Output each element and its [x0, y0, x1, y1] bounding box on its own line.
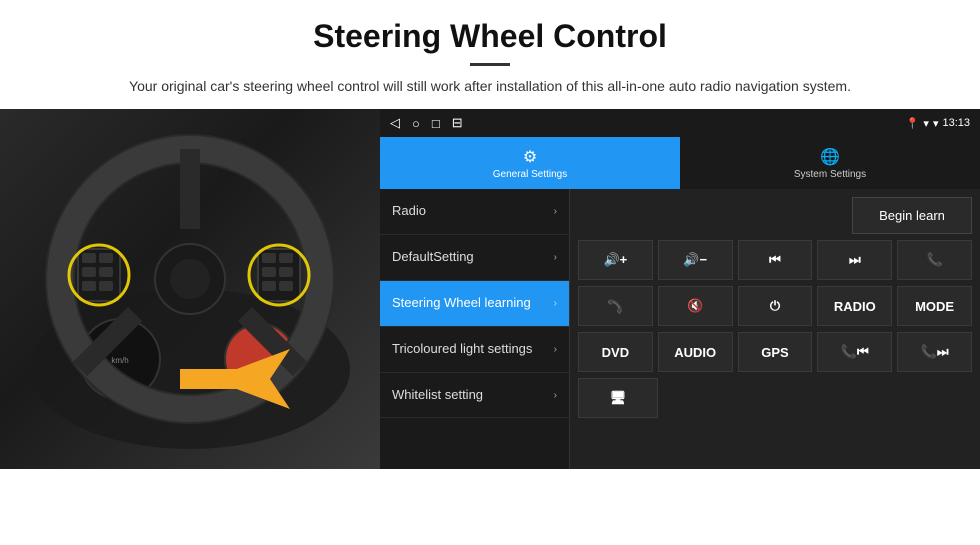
screen-button[interactable]: 🖥: [578, 378, 658, 418]
radio-label: RADIO: [834, 299, 876, 314]
prev-track-button[interactable]: ⏮: [738, 240, 813, 280]
gps-label: GPS: [761, 345, 788, 360]
tab-bar: ⚙ General Settings 🌐 System Settings: [380, 137, 980, 189]
gear-icon: ⚙: [523, 147, 537, 167]
subtitle: Your original car's steering wheel contr…: [60, 76, 920, 97]
recents-icon[interactable]: □: [432, 116, 440, 131]
tab-system[interactable]: 🌐 System Settings: [680, 137, 980, 189]
unit-content: Radio › DefaultSetting › Steering Wheel …: [380, 189, 980, 469]
steering-wheel-area: km/h: [0, 109, 380, 469]
wifi-icon: ▾: [923, 117, 929, 130]
chevron-steering: ›: [554, 298, 557, 309]
main-title: Steering Wheel Control: [60, 18, 920, 55]
nav-icons: ◁ ○ □ ⊟: [390, 115, 463, 131]
menu-item-radio[interactable]: Radio ›: [380, 189, 569, 235]
chevron-default: ›: [554, 252, 557, 263]
audio-button[interactable]: AUDIO: [658, 332, 733, 372]
menu-tricolour-label: Tricoloured light settings: [392, 341, 554, 358]
signal-icon: ▾: [933, 117, 939, 130]
tab-general-label: General Settings: [493, 169, 568, 180]
phone-icon: 📞: [926, 252, 942, 268]
dvd-label: DVD: [602, 345, 629, 360]
begin-learn-button[interactable]: Begin learn: [852, 197, 972, 234]
screen-icon: 🖥: [610, 390, 627, 406]
call-prev-icon: 📞⏮: [841, 344, 869, 360]
control-row-4: 🖥: [578, 378, 972, 418]
next-track-icon: ⏭: [849, 252, 861, 268]
steering-wheel-svg: km/h: [20, 119, 360, 459]
menu-whitelist-label: Whitelist setting: [392, 387, 554, 404]
gps-button[interactable]: GPS: [738, 332, 813, 372]
menu-icon[interactable]: ⊟: [452, 115, 463, 131]
mode-label: MODE: [915, 299, 954, 314]
prev-track-icon: ⏮: [769, 252, 781, 268]
menu-default-label: DefaultSetting: [392, 249, 554, 266]
power-button[interactable]: ⏻: [738, 286, 813, 326]
sw-visual: km/h: [0, 109, 380, 469]
mode-button[interactable]: MODE: [897, 286, 972, 326]
top-section: Steering Wheel Control Your original car…: [0, 0, 980, 109]
power-icon: ⏻: [770, 298, 780, 314]
location-icon: 📍: [906, 117, 920, 130]
back-icon[interactable]: ◁: [390, 115, 400, 131]
menu-item-default[interactable]: DefaultSetting ›: [380, 235, 569, 281]
call-button[interactable]: 📞: [897, 240, 972, 280]
menu-item-steering[interactable]: Steering Wheel learning ›: [380, 281, 569, 327]
begin-learn-row: Begin learn: [578, 197, 972, 234]
title-divider: [470, 63, 510, 66]
mute-button[interactable]: 🔇: [658, 286, 733, 326]
menu-item-whitelist[interactable]: Whitelist setting ›: [380, 373, 569, 419]
tab-system-label: System Settings: [794, 169, 866, 180]
call-next-button[interactable]: 📞⏭: [897, 332, 972, 372]
chevron-radio: ›: [554, 206, 557, 217]
svg-text:km/h: km/h: [111, 356, 128, 365]
status-bar: ◁ ○ □ ⊟ 📍 ▾ ▾ 13:13: [380, 109, 980, 137]
menu-radio-label: Radio: [392, 203, 554, 220]
control-row-3: DVD AUDIO GPS 📞⏮ 📞⏭: [578, 332, 972, 372]
call-next-icon: 📞⏭: [921, 344, 949, 360]
status-icons: 📍 ▾ ▾ 13:13: [906, 117, 970, 130]
audio-label: AUDIO: [674, 345, 716, 360]
answer-icon: 📞: [607, 298, 623, 314]
call-prev-button[interactable]: 📞⏮: [817, 332, 892, 372]
control-row-1: 🔊+ 🔊− ⏮ ⏭ 📞: [578, 240, 972, 280]
menu-steering-label: Steering Wheel learning: [392, 295, 554, 312]
left-menu: Radio › DefaultSetting › Steering Wheel …: [380, 189, 570, 469]
next-track-button[interactable]: ⏭: [817, 240, 892, 280]
globe-icon: 🌐: [820, 147, 840, 167]
dvd-button[interactable]: DVD: [578, 332, 653, 372]
head-unit: ◁ ○ □ ⊟ 📍 ▾ ▾ 13:13 ⚙ General Settings 🌐…: [380, 109, 980, 469]
vol-down-button[interactable]: 🔊−: [658, 240, 733, 280]
tab-general[interactable]: ⚙ General Settings: [380, 137, 680, 189]
right-panel: Begin learn 🔊+ 🔊− ⏮ ⏭: [570, 189, 980, 469]
answer-button[interactable]: 📞: [578, 286, 653, 326]
vol-down-icon: 🔊−: [683, 252, 707, 268]
vol-up-icon: 🔊+: [604, 252, 628, 268]
home-icon[interactable]: ○: [412, 116, 420, 131]
control-row-2: 📞 🔇 ⏻ RADIO MODE: [578, 286, 972, 326]
mute-icon: 🔇: [687, 298, 703, 314]
chevron-tricolour: ›: [554, 344, 557, 355]
chevron-whitelist: ›: [554, 390, 557, 401]
main-content: km/h: [0, 109, 980, 469]
radio-button[interactable]: RADIO: [817, 286, 892, 326]
vol-up-button[interactable]: 🔊+: [578, 240, 653, 280]
clock: 13:13: [942, 117, 970, 129]
menu-item-tricolour[interactable]: Tricoloured light settings ›: [380, 327, 569, 373]
